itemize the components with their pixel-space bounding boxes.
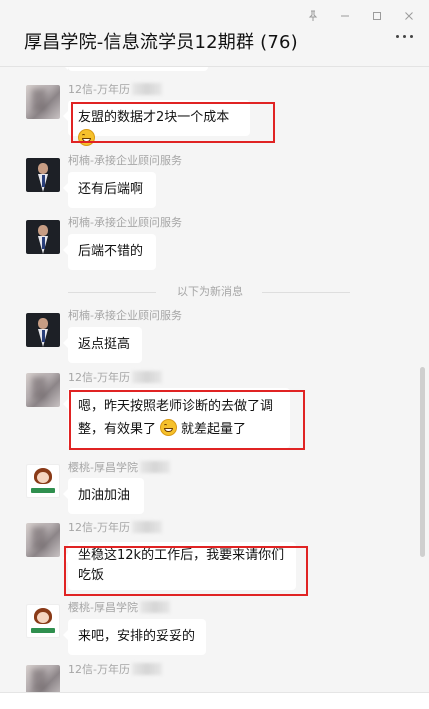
message-bubble[interactable]: 后端不错的 <box>63 234 156 270</box>
avatar[interactable] <box>26 158 60 192</box>
avatar[interactable] <box>26 523 60 557</box>
partial-bubble <box>63 67 208 71</box>
maximize-icon[interactable] <box>371 10 383 22</box>
scrollbar-thumb[interactable] <box>420 367 425 557</box>
more-icon[interactable] <box>396 35 413 38</box>
avatar[interactable] <box>26 220 60 254</box>
message-bubble[interactable]: 加油加油 <box>63 478 144 514</box>
message-text: 返点挺高 <box>78 337 131 352</box>
minimize-icon[interactable] <box>339 10 351 22</box>
avatar[interactable] <box>26 464 60 498</box>
sender-name: 樱桃-厚昌学院 <box>68 459 170 475</box>
sender-name: 柯楠-承接企业顾问服务 <box>68 216 182 229</box>
sender-name: 12信-万年历 <box>68 519 162 535</box>
avatar[interactable] <box>26 604 60 638</box>
message-bubble[interactable]: 返点挺高 <box>63 327 142 363</box>
sender-name: 樱桃-厚昌学院 <box>68 599 170 615</box>
message-list[interactable]: 12信-万年历 友盟的数据才2块一个成本 柯楠-承接企业顾问服务 还有后端啊 柯… <box>0 67 429 692</box>
avatar[interactable] <box>26 665 60 692</box>
pin-icon[interactable] <box>307 10 319 22</box>
avatar[interactable] <box>26 85 60 119</box>
sender-name: 柯楠-承接企业顾问服务 <box>68 309 182 322</box>
input-area-edge <box>0 692 429 709</box>
sender-name: 12信-万年历 <box>68 369 162 385</box>
message-bubble[interactable]: 还有后端啊 <box>63 172 156 208</box>
divider-label: 以下为新消息 <box>177 285 243 298</box>
avatar[interactable] <box>26 313 60 347</box>
close-icon[interactable] <box>403 10 415 22</box>
message-text: 加油加油 <box>78 488 131 503</box>
sender-name: 12信-万年历 <box>68 81 162 97</box>
message-text: 还有后端啊 <box>78 182 144 197</box>
highlight-box <box>71 102 275 143</box>
message-text: 来吧，安排的妥妥的 <box>78 629 196 644</box>
new-messages-divider: 以下为新消息 <box>0 282 420 302</box>
title-bar: 厚昌学院-信息流学员12期群 (76) <box>0 0 429 67</box>
sender-name: 12信-万年历 <box>68 661 162 677</box>
window-controls <box>307 10 415 22</box>
chat-title: 厚昌学院-信息流学员12期群 (76) <box>24 32 298 53</box>
sender-name: 柯楠-承接企业顾问服务 <box>68 154 182 167</box>
message-text: 后端不错的 <box>78 244 144 259</box>
highlight-box <box>64 546 308 596</box>
highlight-box <box>69 390 305 450</box>
message-bubble[interactable]: 来吧，安排的妥妥的 <box>63 619 206 655</box>
avatar[interactable] <box>26 373 60 407</box>
